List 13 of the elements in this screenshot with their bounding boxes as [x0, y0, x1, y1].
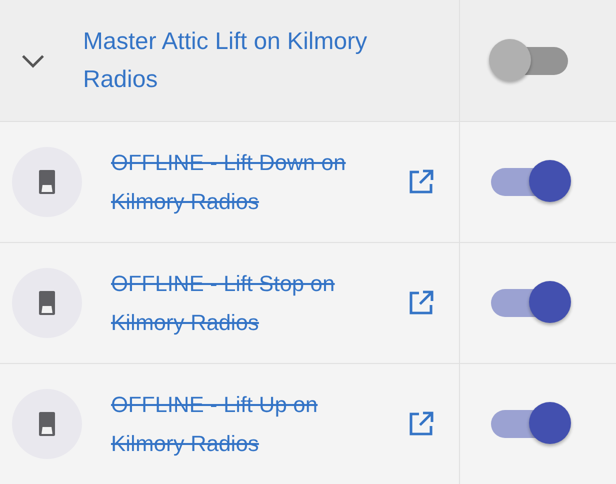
- device-link[interactable]: OFFLINE - Lift Down on Kilmory Radios: [111, 143, 381, 221]
- chevron-icon[interactable]: [21, 54, 45, 68]
- toggle-switch[interactable]: [489, 281, 573, 325]
- external-link-icon[interactable]: [407, 289, 435, 317]
- device-link[interactable]: OFFLINE - Lift Up on Kilmory Radios: [111, 385, 381, 463]
- lift-icon: [39, 412, 55, 436]
- toggle-switch[interactable]: [489, 402, 573, 446]
- device-link[interactable]: OFFLINE - Lift Stop on Kilmory Radios: [111, 264, 381, 342]
- external-link-icon[interactable]: [407, 168, 435, 196]
- lift-icon: [39, 291, 55, 315]
- lift-icon: [39, 170, 55, 194]
- external-link-icon[interactable]: [407, 410, 435, 438]
- toggle-switch[interactable]: [489, 160, 573, 204]
